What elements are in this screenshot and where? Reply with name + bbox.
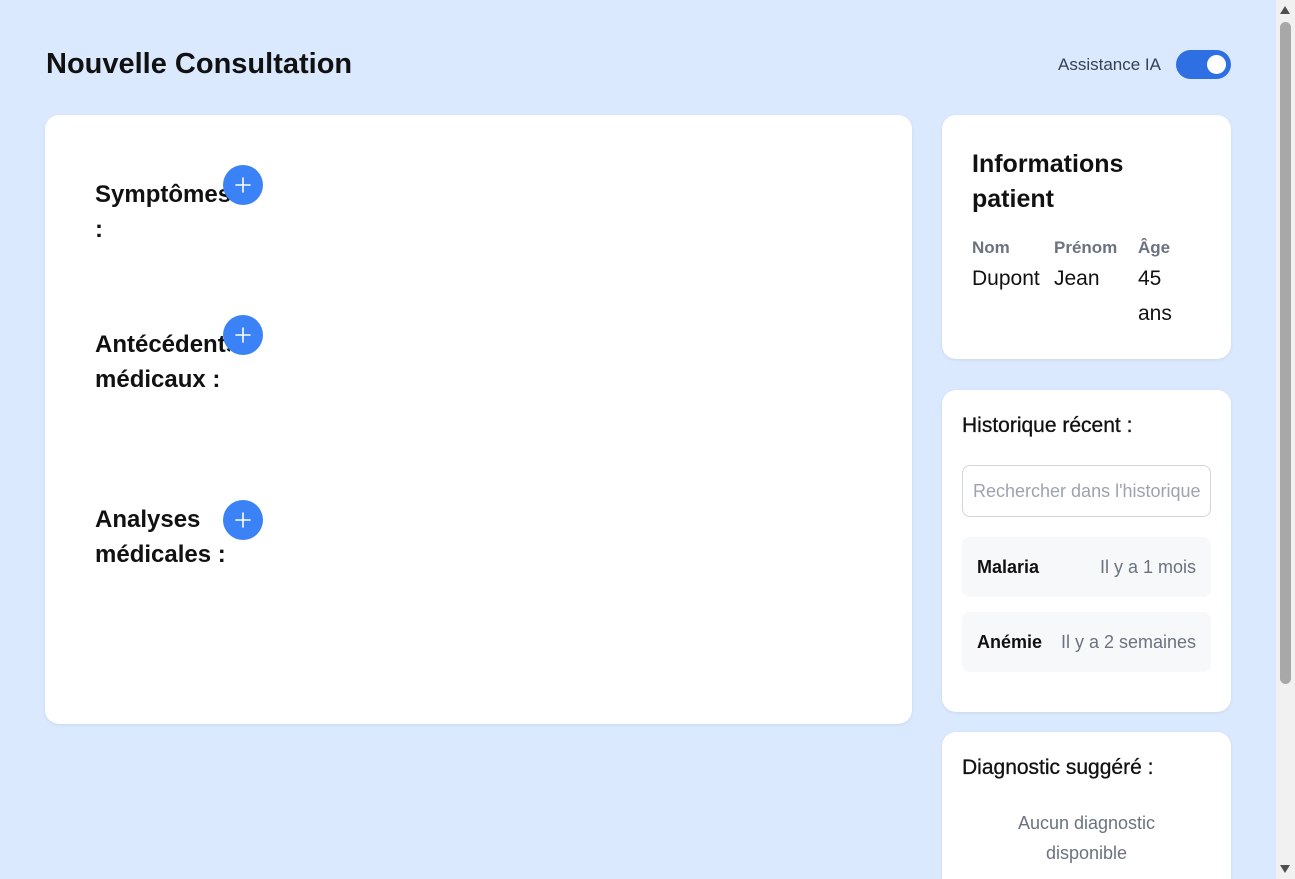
section-medical-tests: Analyses médicales : [95, 500, 315, 572]
scroll-thumb[interactable] [1280, 22, 1291, 684]
history-item[interactable]: Anémie Il y a 2 semaines [962, 612, 1211, 672]
plus-icon [235, 327, 251, 343]
add-medical-test-button[interactable] [223, 500, 263, 540]
recent-history-title: Historique récent : [962, 414, 1133, 437]
history-item-time: Il y a 1 mois [1099, 556, 1196, 577]
patient-nom: Nom Dupont [972, 237, 1040, 296]
patient-info-card: Informations patient Nom Dupont Prénom J… [942, 115, 1231, 359]
history-search-input[interactable] [962, 465, 1211, 517]
toggle-knob [1207, 55, 1226, 74]
history-item-time: Il y a 2 semaines [1060, 631, 1196, 652]
recent-history-card: Historique récent : Malaria Il y a 1 moi… [942, 390, 1231, 712]
suggested-diagnosis-card: Diagnostic suggéré : Aucun diagnostic di… [942, 732, 1231, 879]
nom-value: Dupont [972, 267, 1040, 290]
age-value: 45 ans [1138, 267, 1172, 325]
scroll-up-arrow-icon[interactable] [1280, 6, 1290, 14]
section-title-medical-history: Antécédents médicaux : [95, 331, 230, 393]
plus-icon [235, 512, 251, 528]
diagnosis-empty-text: Aucun diagnostic disponible [1017, 813, 1156, 863]
history-item-name: Malaria [977, 556, 1040, 577]
app-viewport: Nouvelle Consultation Assistance IA Symp… [0, 0, 1295, 879]
ai-assist-label: Assistance IA [1058, 54, 1161, 74]
prenom-label: Prénom [1054, 238, 1118, 257]
section-title-medical-tests: Analyses médicales : [95, 506, 226, 568]
patient-prenom: Prénom Jean [1054, 237, 1117, 296]
patient-info-title: Informations patient [972, 150, 1124, 213]
add-medical-history-button[interactable] [223, 315, 263, 355]
add-symptom-button[interactable] [223, 165, 263, 205]
prenom-value: Jean [1054, 267, 1100, 290]
section-title-symptoms: Symptômes : [95, 181, 230, 243]
page-title: Nouvelle Consultation [46, 48, 353, 80]
history-item-name: Anémie [977, 631, 1043, 652]
section-symptoms: Symptômes : [95, 165, 315, 247]
history-item[interactable]: Malaria Il y a 1 mois [962, 537, 1211, 597]
ai-assist-control: Assistance IA [1058, 50, 1231, 79]
page-scrollbar[interactable] [1276, 0, 1295, 879]
age-label: Âge [1138, 238, 1171, 257]
suggested-diagnosis-title: Diagnostic suggéré : [962, 756, 1154, 779]
scroll-down-arrow-icon[interactable] [1280, 865, 1290, 873]
patient-age: Âge 45 ans [1138, 237, 1188, 331]
nom-label: Nom [972, 238, 1010, 257]
consultation-form-card: Symptômes : Antécédents médicaux : Analy… [45, 115, 912, 724]
section-medical-history: Antécédents médicaux : [95, 315, 315, 397]
plus-icon [235, 177, 251, 193]
ai-assist-toggle[interactable] [1176, 50, 1231, 79]
